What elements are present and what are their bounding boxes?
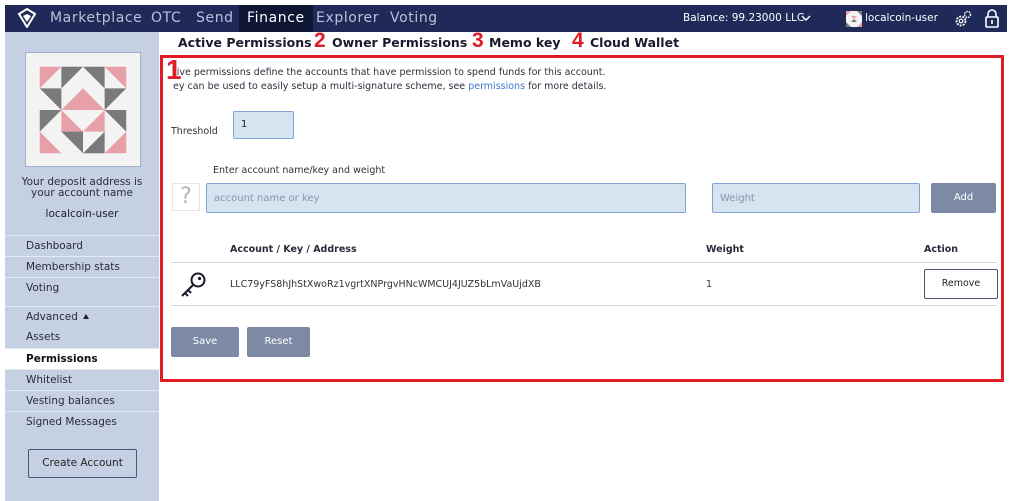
sidebar-account-name: localcoin-user bbox=[45, 208, 119, 220]
localcoin-logo-icon[interactable] bbox=[17, 8, 37, 28]
sidebar: Your deposit address is your account nam… bbox=[5, 32, 159, 501]
step-number-2: 2 bbox=[314, 29, 326, 52]
sidebar-item-advanced-label: Advanced bbox=[26, 311, 78, 323]
account-key-input[interactable] bbox=[206, 183, 686, 213]
account-menu[interactable]: localcoin-user bbox=[865, 5, 938, 32]
weight-input[interactable] bbox=[712, 183, 920, 213]
reset-button[interactable]: Reset bbox=[247, 327, 310, 357]
nav-voting[interactable]: Voting bbox=[382, 5, 446, 32]
entry-label: Enter account name/key and weight bbox=[213, 165, 386, 176]
header-action: Action bbox=[924, 244, 959, 255]
sidebar-item-dashboard[interactable]: Dashboard bbox=[5, 235, 159, 256]
table-divider bbox=[171, 305, 997, 306]
active-permissions-panel: tive permissions define the accounts tha… bbox=[160, 55, 1004, 382]
nav-otc[interactable]: OTC bbox=[143, 5, 189, 32]
step-number-1: 1 bbox=[166, 54, 182, 85]
table-divider bbox=[171, 262, 997, 263]
description-suffix: for more details. bbox=[528, 81, 607, 92]
remove-button[interactable]: Remove bbox=[924, 269, 998, 299]
balance-display[interactable]: Balance: 99.23000 LLC bbox=[683, 5, 804, 32]
sidebar-item-advanced[interactable]: Advanced bbox=[5, 306, 159, 327]
save-button[interactable]: Save bbox=[171, 327, 239, 357]
deposit-note-line2: your account name bbox=[31, 187, 133, 199]
sidebar-item-whitelist[interactable]: Whitelist bbox=[5, 369, 159, 390]
threshold-input[interactable]: 1 bbox=[233, 111, 294, 139]
create-account-button[interactable]: Create Account bbox=[28, 449, 137, 478]
header-weight: Weight bbox=[706, 244, 744, 255]
row-weight: 1 bbox=[706, 279, 713, 290]
sidebar-item-voting[interactable]: Voting bbox=[5, 277, 159, 298]
question-icon: ? bbox=[172, 183, 200, 211]
nav-send[interactable]: Send bbox=[188, 5, 242, 32]
tab-owner-permissions[interactable]: Owner Permissions bbox=[332, 34, 467, 51]
top-navigation: Marketplace OTC Send Finance Explorer Vo… bbox=[5, 5, 1007, 32]
add-button[interactable]: Add bbox=[931, 183, 996, 213]
step-number-4: 4 bbox=[572, 29, 584, 52]
sidebar-item-membership[interactable]: Membership stats bbox=[5, 256, 159, 277]
nav-finance[interactable]: Finance bbox=[239, 5, 313, 32]
permissions-description: tive permissions define the accounts tha… bbox=[173, 67, 606, 78]
step-number-3: 3 bbox=[472, 29, 484, 52]
lock-icon[interactable] bbox=[984, 9, 1000, 28]
gear-icon[interactable] bbox=[954, 10, 972, 28]
nav-explorer[interactable]: Explorer bbox=[308, 5, 387, 32]
sidebar-item-permissions[interactable]: Permissions bbox=[5, 348, 159, 369]
app-window: Marketplace OTC Send Finance Explorer Vo… bbox=[0, 0, 1012, 501]
deposit-address-note: Your deposit address is your account nam… bbox=[5, 177, 159, 199]
tab-cloud-wallet[interactable]: Cloud Wallet bbox=[590, 34, 679, 51]
identicon-avatar[interactable] bbox=[846, 11, 862, 27]
nav-marketplace[interactable]: Marketplace bbox=[42, 5, 150, 32]
key-icon bbox=[181, 272, 206, 297]
permissions-link[interactable]: permissions bbox=[468, 81, 525, 92]
tab-active-permissions[interactable]: Active Permissions bbox=[178, 34, 312, 51]
sidebar-item-signed-messages[interactable]: Signed Messages bbox=[5, 411, 159, 432]
tab-memo-key[interactable]: Memo key bbox=[489, 34, 560, 51]
description-prefix: ey can be used to easily setup a multi-s… bbox=[173, 81, 466, 92]
chevron-down-icon[interactable] bbox=[801, 13, 811, 23]
threshold-label: Threshold bbox=[171, 126, 218, 137]
header-account: Account / Key / Address bbox=[230, 244, 357, 255]
sidebar-item-assets[interactable]: Assets bbox=[5, 327, 159, 348]
identicon-avatar bbox=[25, 52, 141, 167]
row-account-key: LLC79yFS8hJhStXwoRz1vgrtXNPrgvHNcWMCUJ4J… bbox=[230, 279, 541, 290]
permissions-description-line2: ey can be used to easily setup a multi-s… bbox=[173, 81, 606, 92]
sidebar-item-vesting[interactable]: Vesting balances bbox=[5, 390, 159, 411]
caret-up-icon bbox=[82, 314, 89, 319]
